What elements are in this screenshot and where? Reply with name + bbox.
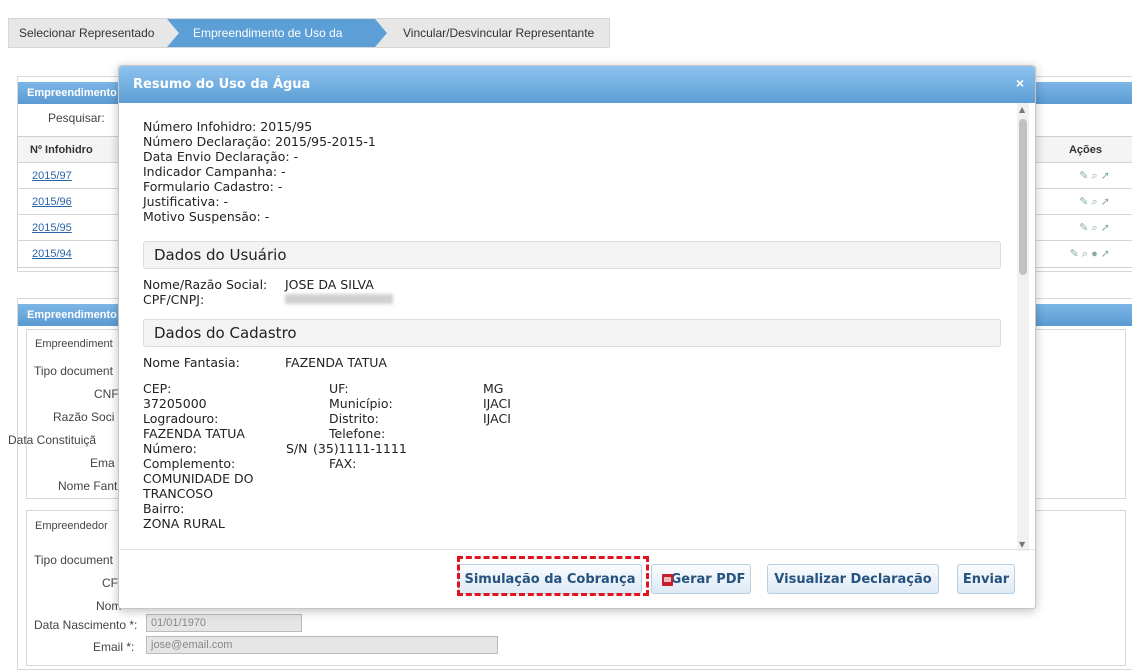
enviar-button[interactable]: Enviar bbox=[957, 564, 1015, 594]
search-label: Pesquisar: bbox=[48, 111, 105, 125]
tab-vincular-representante[interactable]: Vincular/Desvincular Representante bbox=[387, 19, 609, 47]
dialog-body[interactable]: Número Infohidro: 2015/95 Número Declara… bbox=[119, 103, 1035, 551]
info-line: Motivo Suspensão: - bbox=[143, 209, 270, 224]
nome-value: JOSE DA SILVA bbox=[285, 277, 374, 292]
field-label: Tipo document bbox=[34, 364, 113, 378]
scrollbar-thumb[interactable] bbox=[1019, 119, 1027, 275]
pdf-icon bbox=[662, 574, 673, 586]
row-action-icons[interactable]: ✎ ⌕ ➚ bbox=[1079, 221, 1110, 235]
dialog-scrollbar[interactable]: ▲ ▼ bbox=[1017, 103, 1029, 551]
bairro-value: ZONA RURAL bbox=[143, 516, 225, 531]
numero-value: S/N bbox=[286, 441, 308, 456]
cep-value: 37205000 bbox=[143, 396, 207, 411]
field-label: Ema bbox=[90, 456, 115, 470]
subpanel-title: Empreendedor bbox=[35, 520, 108, 532]
complemento-value-cont: TRANCOSO bbox=[143, 486, 214, 501]
row-link[interactable]: 2015/97 bbox=[32, 170, 72, 182]
dialog-header: Resumo do Uso da Água × bbox=[119, 66, 1035, 103]
field-label: Razão Soci bbox=[53, 410, 115, 424]
bairro-label: Bairro: bbox=[143, 501, 185, 516]
dialog-footer: Simulação da Cobrança Gerar PDF Visualiz… bbox=[119, 549, 1035, 608]
municipio-label: Município: bbox=[329, 396, 393, 411]
dialog-title: Resumo do Uso da Água bbox=[133, 77, 311, 92]
nome-fantasia-value: FAZENDA TATUA bbox=[285, 355, 387, 370]
field-label: Tipo document bbox=[34, 553, 113, 567]
complemento-label: Complemento: bbox=[143, 456, 236, 471]
wizard-tabs: Selecionar Representado Empreendimento d… bbox=[8, 18, 610, 48]
data-nascimento-label: Data Nascimento *: bbox=[34, 618, 138, 632]
nome-fantasia-label: Nome Fantasia: bbox=[143, 355, 240, 370]
row-action-icons[interactable]: ✎ ⌕ ➚ bbox=[1079, 169, 1110, 183]
info-line: Indicador Campanha: - bbox=[143, 164, 286, 179]
subpanel-title: Empreendiment bbox=[35, 338, 113, 350]
simulacao-cobranca-button[interactable]: Simulação da Cobrança bbox=[458, 564, 642, 594]
uf-value: MG bbox=[483, 381, 504, 396]
info-line: Formulario Cadastro: - bbox=[143, 179, 283, 194]
tab-selecionar-representado[interactable]: Selecionar Representado bbox=[9, 19, 167, 47]
field-label: Nome Fant bbox=[58, 479, 118, 493]
row-link[interactable]: 2015/95 bbox=[32, 222, 72, 234]
tab-empreendimento-uso-agua[interactable]: Empreendimento de Uso da Água bbox=[167, 19, 387, 47]
complemento-value: COMUNIDADE DO bbox=[143, 471, 254, 486]
logradouro-value: FAZENDA TATUA bbox=[143, 426, 245, 441]
distrito-label: Distrito: bbox=[329, 411, 379, 426]
resumo-uso-agua-dialog: Resumo do Uso da Água × Número Infohidro… bbox=[118, 65, 1036, 609]
row-action-icons[interactable]: ✎ ⌕ ➚ bbox=[1079, 195, 1110, 209]
cpf-value-redacted bbox=[285, 294, 393, 304]
row-action-icons[interactable]: ✎ ⌕ ● ➚ bbox=[1070, 247, 1110, 261]
field-label: Data Constituiçã bbox=[8, 433, 97, 447]
field-label: CNF bbox=[94, 387, 119, 401]
close-icon[interactable]: × bbox=[1016, 75, 1024, 91]
col-header-acoes: Ações bbox=[1068, 144, 1102, 156]
info-line: Data Envio Declaração: - bbox=[143, 149, 299, 164]
scroll-up-icon[interactable]: ▲ bbox=[1019, 105, 1025, 114]
field-label: CF bbox=[102, 576, 118, 590]
row-link[interactable]: 2015/96 bbox=[32, 196, 72, 208]
municipio-value: IJACI bbox=[483, 396, 511, 411]
declaracao-info: Número Infohidro: 2015/95 Número Declara… bbox=[143, 119, 376, 224]
col-header-infohidro: Nº Infohidro bbox=[30, 144, 93, 156]
distrito-value: IJACI bbox=[483, 411, 511, 426]
telefone-label: Telefone: bbox=[329, 426, 386, 441]
gerar-pdf-label: Gerar PDF bbox=[670, 572, 746, 587]
numero-label: Número: bbox=[143, 441, 197, 456]
uf-label: UF: bbox=[329, 381, 349, 396]
section-dados-usuario: Dados do Usuário bbox=[143, 241, 1001, 269]
info-line: Número Declaração: 2015/95-2015-1 bbox=[143, 134, 376, 149]
row-link[interactable]: 2015/94 bbox=[32, 248, 72, 260]
gerar-pdf-button[interactable]: Gerar PDF bbox=[651, 564, 751, 594]
info-line: Número Infohidro: 2015/95 bbox=[143, 119, 313, 134]
cep-label: CEP: bbox=[143, 381, 172, 396]
scroll-down-icon[interactable]: ▼ bbox=[1019, 540, 1025, 549]
data-nascimento-field[interactable]: 01/01/1970 bbox=[146, 614, 302, 632]
logradouro-label: Logradouro: bbox=[143, 411, 219, 426]
nome-label: Nome/Razão Social: bbox=[143, 277, 268, 292]
fax-label: FAX: bbox=[329, 456, 357, 471]
cpf-label: CPF/CNPJ: bbox=[143, 292, 205, 307]
telefone-value: (35)1111-1111 bbox=[313, 441, 407, 456]
email-field[interactable]: jose@email.com bbox=[146, 636, 498, 654]
info-line: Justificativa: - bbox=[143, 194, 229, 209]
visualizar-declaracao-button[interactable]: Visualizar Declaração bbox=[767, 564, 939, 594]
section-dados-cadastro: Dados do Cadastro bbox=[143, 319, 1001, 347]
email-label: Email *: bbox=[93, 640, 135, 654]
